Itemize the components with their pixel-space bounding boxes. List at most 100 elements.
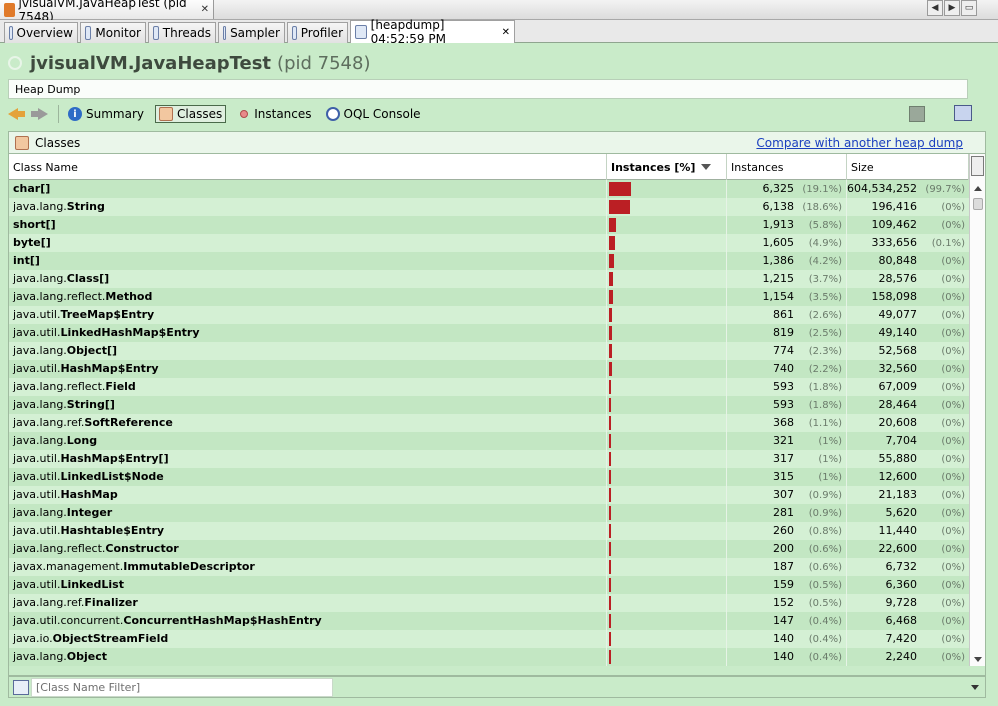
instances-percent-cell: [607, 504, 727, 522]
back-arrow-icon[interactable]: [8, 106, 26, 122]
instances-cell: 861 (2.6%): [727, 306, 847, 324]
restore-icon[interactable]: ▭: [961, 0, 977, 16]
instances-percent-bar: [609, 236, 615, 250]
instances-percent-cell: [607, 468, 727, 486]
table-row[interactable]: java.lang.reflect.Field 593 (1.8%) 67,009 (0…: [9, 378, 969, 396]
package-name: java.lang.: [13, 434, 67, 447]
instances-percent-bar: [609, 308, 612, 322]
column-header-class-name[interactable]: Class Name: [9, 154, 607, 180]
table-row[interactable]: short[] 1,913 (5.8%) 109,462 (0%): [9, 216, 969, 234]
table-row[interactable]: java.lang.ref.SoftReference 368 (1.1%) 20,6…: [9, 414, 969, 432]
table-row[interactable]: java.util.TreeMap$Entry 861 (2.6%) 49,077 (0…: [9, 306, 969, 324]
table-row[interactable]: java.lang.ref.Finalizer 152 (0.5%) 9,728 (0%…: [9, 594, 969, 612]
sampler-icon: [223, 26, 227, 40]
window-tab[interactable]: jvisualVM.JavaHeapTest (pid 7548) ✕: [0, 0, 214, 24]
table-row[interactable]: java.util.HashMap 307 (0.9%) 21,183 (0%): [9, 486, 969, 504]
instances-cell: 1,386 (4.2%): [727, 252, 847, 270]
table-row[interactable]: byte[] 1,605 (4.9%) 333,656 (0.1%): [9, 234, 969, 252]
close-icon[interactable]: ✕: [201, 4, 209, 15]
scroll-left-icon[interactable]: ◀: [927, 0, 943, 16]
classes-button[interactable]: Classes: [155, 105, 227, 123]
column-header-instances[interactable]: Instances: [727, 154, 847, 180]
instances-percent-cell: [607, 360, 727, 378]
instances-percent-text: (2.3%): [808, 346, 842, 357]
compare-heapdump-icon[interactable]: [954, 105, 972, 121]
class-name-filter-input[interactable]: [31, 678, 333, 697]
tab-monitor[interactable]: Monitor: [80, 22, 146, 43]
table-row[interactable]: java.lang.Object 140 (0.4%) 2,240 (0%): [9, 648, 969, 666]
instances-count: 260: [773, 524, 794, 537]
size-percent-text: (0.1%): [931, 238, 965, 249]
class-name-cell: java.util.Hashtable$Entry: [9, 522, 607, 540]
table-row[interactable]: java.lang.Integer 281 (0.9%) 5,620 (0%): [9, 504, 969, 522]
package-name: java.util.: [13, 326, 61, 339]
size-percent-text: (0%): [941, 292, 965, 303]
package-name: java.lang.: [13, 650, 67, 663]
summary-button[interactable]: i Summary: [65, 106, 147, 122]
column-header-instances-percent[interactable]: Instances [%]: [607, 154, 727, 180]
class-simple-name: Field: [105, 380, 136, 393]
info-icon: i: [68, 107, 82, 121]
instances-button[interactable]: Instances: [234, 106, 314, 122]
class-simple-name: LinkedHashMap$Entry: [60, 326, 200, 339]
table-row[interactable]: java.util.LinkedHashMap$Entry 819 (2.5%) 49…: [9, 324, 969, 342]
class-name-cell: java.lang.Class[]: [9, 270, 607, 288]
tab-sampler[interactable]: Sampler: [218, 22, 285, 43]
close-icon[interactable]: ✕: [502, 27, 510, 38]
scroll-right-icon[interactable]: ▶: [944, 0, 960, 16]
table-row[interactable]: java.io.ObjectStreamField 140 (0.4%) 7,420 (…: [9, 630, 969, 648]
filter-dropdown-icon[interactable]: [971, 685, 979, 690]
table-row[interactable]: java.util.LinkedList 159 (0.5%) 6,360 (0%): [9, 576, 969, 594]
instances-count: 317: [773, 452, 794, 465]
tab-heapdump[interactable]: [heapdump] 04:52:59 PM ✕: [350, 18, 515, 46]
page-title: jvisualVM.JavaHeapTest (pid 7548): [8, 51, 370, 75]
table-row[interactable]: int[] 1,386 (4.2%) 80,848 (0%): [9, 252, 969, 270]
package-name: java.lang.: [13, 344, 67, 357]
save-heapdump-icon[interactable]: [909, 106, 925, 122]
table-row[interactable]: java.util.HashMap$Entry 740 (2.2%) 32,560 (0…: [9, 360, 969, 378]
instances-percent-cell: [607, 288, 727, 306]
table-row[interactable]: javax.management.ImmutableDescriptor 187 (…: [9, 558, 969, 576]
table-row[interactable]: java.util.Hashtable$Entry 260 (0.8%) 11,440…: [9, 522, 969, 540]
instances-percent-text: (4.2%): [808, 256, 842, 267]
table-row[interactable]: java.lang.Object[] 774 (2.3%) 52,568 (0%): [9, 342, 969, 360]
table-row[interactable]: java.lang.String 6,138 (18.6%) 196,416 (0%): [9, 198, 969, 216]
table-row[interactable]: java.lang.Long 321 (1%) 7,704 (0%): [9, 432, 969, 450]
classes-icon: [15, 135, 29, 150]
instances-cell: 6,138 (18.6%): [727, 198, 847, 216]
vertical-scrollbar[interactable]: [969, 154, 985, 666]
tab-profiler[interactable]: Profiler: [287, 22, 348, 43]
class-simple-name: SoftReference: [84, 416, 173, 429]
table-row[interactable]: java.lang.reflect.Method 1,154 (3.5%) 158,0…: [9, 288, 969, 306]
instances-count: 861: [773, 308, 794, 321]
package-name: java.util.: [13, 452, 61, 465]
table-row[interactable]: java.util.HashMap$Entry[] 317 (1%) 55,880 (0…: [9, 450, 969, 468]
filter-icon[interactable]: [13, 680, 29, 695]
instances-cell: 368 (1.1%): [727, 414, 847, 432]
package-name: java.util.: [13, 524, 61, 537]
table-row[interactable]: java.util.concurrent.ConcurrentHashMap$H…: [9, 612, 969, 630]
table-row[interactable]: java.lang.reflect.Constructor 200 (0.6%) 22…: [9, 540, 969, 558]
class-name-cell: java.io.ObjectStreamField: [9, 630, 607, 648]
class-simple-name: HashMap$Entry: [60, 362, 159, 375]
tab-overview[interactable]: Overview: [4, 22, 78, 43]
table-row[interactable]: java.util.LinkedList$Node 315 (1%) 12,600 (0…: [9, 468, 969, 486]
scrollbar-thumb[interactable]: [973, 198, 983, 210]
scroll-up-icon[interactable]: [974, 186, 982, 191]
class-simple-name: char[]: [13, 182, 51, 195]
instances-percent-cell: [607, 252, 727, 270]
column-header-size[interactable]: Size: [847, 154, 969, 180]
table-row[interactable]: java.lang.String[] 593 (1.8%) 28,464 (0%): [9, 396, 969, 414]
column-chooser-icon[interactable]: [971, 156, 984, 176]
scroll-down-icon[interactable]: [974, 657, 982, 662]
tab-threads[interactable]: Threads: [148, 22, 216, 43]
size-percent-text: (0%): [941, 202, 965, 213]
oql-console-button[interactable]: OQL Console: [323, 106, 424, 122]
instances-percent-cell: [607, 216, 727, 234]
size-bytes: 32,560: [878, 362, 918, 375]
table-row[interactable]: java.lang.Class[] 1,215 (3.7%) 28,576 (0%): [9, 270, 969, 288]
class-name-cell: javax.management.ImmutableDescriptor: [9, 558, 607, 576]
forward-arrow-icon[interactable]: [30, 106, 48, 122]
compare-heapdump-link[interactable]: Compare with another heap dump: [756, 136, 963, 150]
table-row[interactable]: char[] 6,325 (19.1%) 604,534,252 (99.7%): [9, 180, 969, 198]
